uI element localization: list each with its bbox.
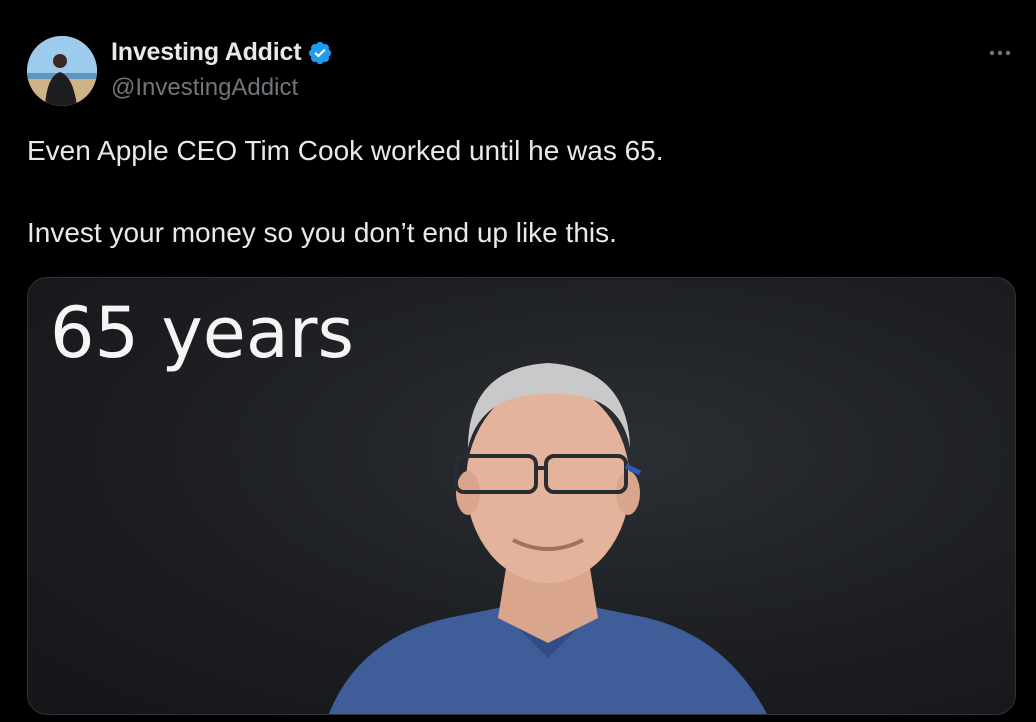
author-display-name[interactable]: Investing Addict	[111, 38, 302, 67]
verified-badge-icon[interactable]	[307, 40, 333, 66]
tweet-text-line: Invest your money so you don’t end up li…	[27, 217, 617, 248]
tweet-text: Even Apple CEO Tim Cook worked until he …	[27, 131, 1007, 253]
tweet-media-image[interactable]: 65 years	[27, 277, 1016, 715]
more-horizontal-icon[interactable]	[985, 38, 1015, 68]
avatar-image	[27, 36, 97, 106]
media-overlay-text: 65 years	[50, 292, 354, 374]
tweet-text-line: Even Apple CEO Tim Cook worked until he …	[27, 135, 664, 166]
author-handle[interactable]: @InvestingAddict	[111, 74, 298, 102]
author-avatar[interactable]	[27, 36, 97, 106]
tweet-card[interactable]: Investing Addict @InvestingAddict Even A…	[0, 0, 1036, 722]
tweet-text-spacer	[27, 171, 1007, 213]
